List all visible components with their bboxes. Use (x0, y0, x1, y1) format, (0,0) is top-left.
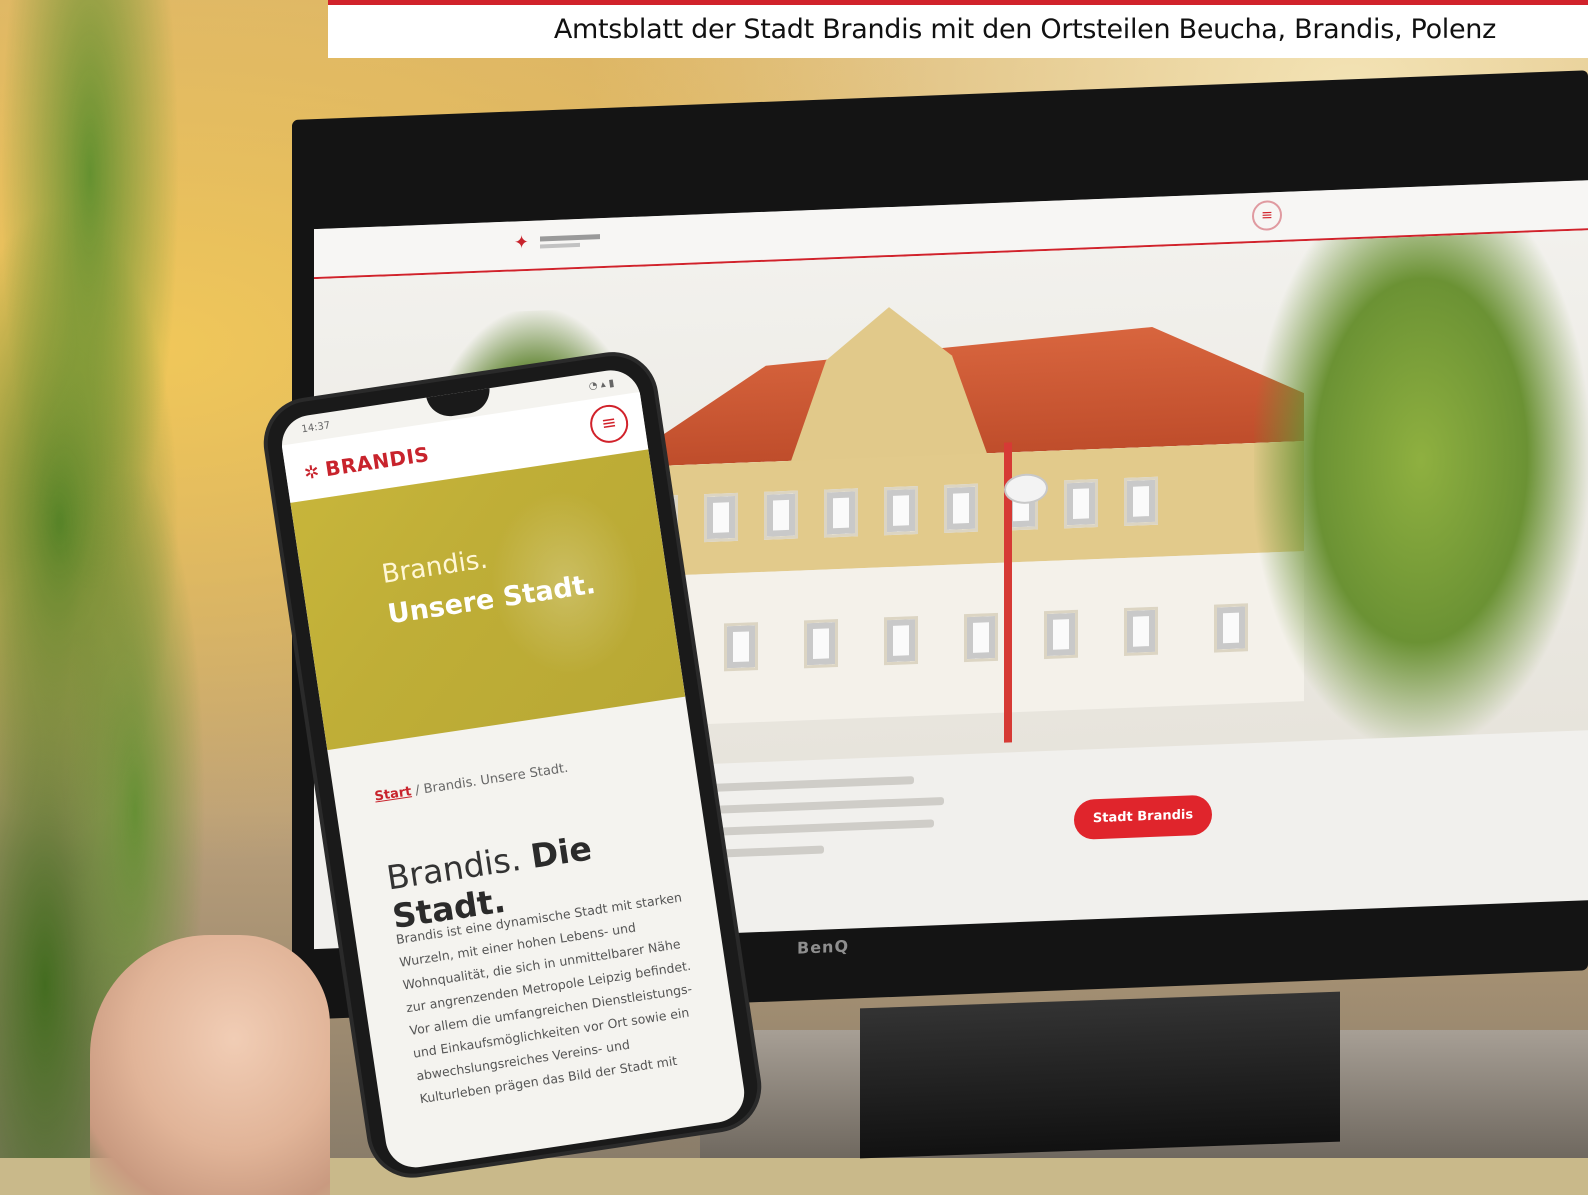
site-logo-wordmark (540, 234, 600, 242)
site-logo[interactable]: ✦ (514, 228, 604, 255)
brandis-logo-text: BRANDIS (323, 441, 431, 482)
breadcrumb-start-link[interactable]: Start (374, 784, 413, 804)
window (964, 612, 998, 663)
window (944, 483, 978, 533)
window (1214, 603, 1248, 653)
site-text-line (684, 776, 914, 793)
town-hall-building (614, 311, 1304, 738)
site-logo-subline (540, 242, 580, 249)
window (824, 488, 858, 538)
hamburger-menu-icon[interactable]: ≡ (587, 402, 631, 446)
tree-right (1254, 230, 1588, 754)
breadcrumb-current: Brandis. Unsere Stadt. (422, 760, 570, 798)
hero-line-1: Brandis. (379, 544, 490, 590)
status-icons: ◔ ▴ ▮ (588, 377, 616, 393)
monitor-brand-logo: BenQ (797, 936, 850, 958)
window (724, 622, 758, 672)
header-text: Amtsblatt der Stadt Brandis mit den Orts… (553, 14, 1496, 45)
stadt-brandis-button[interactable]: Stadt Brandis (1074, 794, 1212, 840)
window (884, 615, 918, 666)
ground-floor (614, 551, 1304, 728)
breadcrumb: Start / Brandis. Unsere Stadt. (374, 761, 570, 805)
phone-hero: Brandis. Unsere Stadt. (290, 449, 686, 751)
window (1064, 479, 1098, 529)
site-text-line (684, 796, 944, 815)
window (704, 492, 738, 543)
site-text-line (684, 819, 934, 837)
brandis-logo-icon: ✲ (302, 461, 322, 485)
window (884, 485, 918, 536)
window (804, 619, 838, 669)
window (1124, 606, 1158, 657)
site-logo-icon: ✦ (514, 231, 530, 254)
brandis-logo[interactable]: ✲ BRANDIS (302, 442, 431, 484)
hand (90, 935, 330, 1195)
window (1044, 609, 1078, 660)
status-time: 14:37 (300, 420, 331, 436)
window (1124, 476, 1158, 527)
header-red-rule (328, 0, 1588, 5)
window (764, 490, 798, 540)
circle-menu-icon[interactable]: ≡ (1252, 199, 1282, 232)
monitor-stand (860, 991, 1340, 1159)
